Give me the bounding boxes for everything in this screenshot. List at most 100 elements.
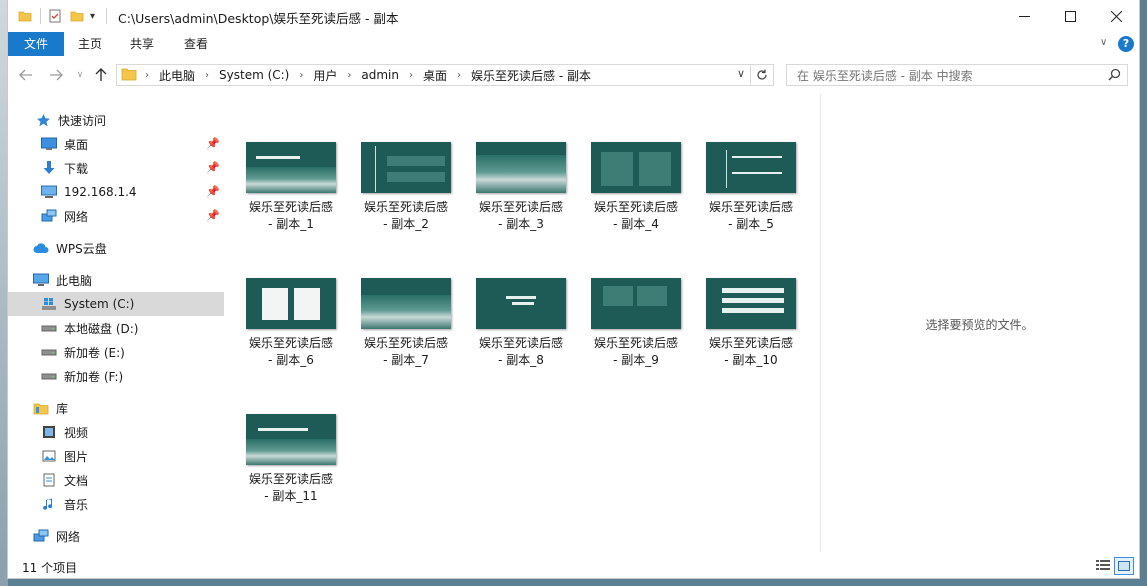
preview-pane-message: 选择要预览的文件。 [925,318,1034,332]
ribbon-expand-icon[interactable]: ∨ [1100,37,1107,48]
network-icon [40,207,58,225]
file-list: 娱乐至死读后感 - 副本_1 娱乐至死读后感 - 副本_2 娱乐至死读后感 - 副本_… [236,100,818,552]
file-item[interactable]: 娱乐至死读后感 - 副本_3 [466,142,576,233]
file-item[interactable]: 娱乐至死读后感 - 副本_1 [236,142,346,233]
large-icons-view-icon[interactable] [1114,557,1134,575]
folder-icon [18,6,32,26]
pin-icon[interactable]: 📌 [206,185,220,198]
tab-home[interactable]: 主页 [68,32,112,56]
properties-icon[interactable] [48,6,62,26]
sidebar-item-quick-access[interactable]: 快速访问 [8,108,224,132]
file-name: 娱乐至死读后感 - 副本_5 [708,200,793,231]
sidebar-item-label: 图片 [64,449,89,464]
sidebar-item-downloads[interactable]: 下载 📌 [8,156,224,180]
file-item[interactable]: 娱乐至死读后感 - 副本_7 [351,278,461,369]
sidebar-item-pictures[interactable]: 图片 [8,444,224,468]
sidebar-item-videos[interactable]: 视频 [8,420,224,444]
drive-icon [40,343,58,361]
refresh-icon[interactable] [750,65,773,85]
close-button[interactable] [1093,0,1139,32]
file-name: 娱乐至死读后感 - 副本_7 [363,336,448,367]
sidebar-item-label: WPS云盘 [56,241,107,256]
file-name: 娱乐至死读后感 - 副本_4 [593,200,678,231]
breadcrumb-users[interactable]: 用户 [313,67,337,84]
minimize-button[interactable] [1001,0,1047,32]
file-item[interactable]: 娱乐至死读后感 - 副本_8 [466,278,576,369]
sidebar-item-system-c[interactable]: System (C:) [8,292,224,316]
sidebar-item-drive-e[interactable]: 新加卷 (E:) [8,340,224,364]
pin-icon[interactable]: 📌 [206,161,220,174]
file-item[interactable]: 娱乐至死读后感 - 副本_9 [581,278,691,369]
breadcrumb-desktop[interactable]: 桌面 [423,67,447,84]
details-view-icon[interactable] [1094,557,1112,573]
sidebar-item-network[interactable]: 网络 [8,524,224,548]
cloud-icon [32,239,50,257]
tab-view[interactable]: 查看 [174,32,218,56]
sidebar-item-desktop[interactable]: 桌面 📌 [8,132,224,156]
sidebar-item-label: 新加卷 (F:) [64,369,124,384]
sidebar-item-label: 桌面 [64,137,89,152]
tab-file[interactable]: 文件 [8,32,64,56]
maximize-button[interactable] [1047,0,1093,32]
title-bar: ▾ C:\Users\admin\Desktop\娱乐至死读后感 - 副本 [8,0,1139,32]
search-icon[interactable] [1108,68,1121,84]
sidebar-item-label: 文档 [64,473,89,488]
file-name: 娱乐至死读后感 - 副本_8 [478,336,563,367]
breadcrumb-separator-icon: › [409,69,413,81]
ribbon-tabs: 文件 主页 共享 查看 ∨ ? [8,32,1139,56]
forward-arrow-icon[interactable] [46,65,66,85]
picture-icon [40,447,58,465]
help-icon[interactable]: ? [1118,36,1134,52]
download-icon [40,159,58,177]
breadcrumb-separator-icon: › [145,69,149,81]
sidebar-item-this-pc[interactable]: 此电脑 [8,268,224,292]
breadcrumb-this-pc[interactable]: 此电脑 [159,67,195,84]
sidebar-item-drive-d[interactable]: 本地磁盘 (D:) [8,316,224,340]
file-item[interactable]: 娱乐至死读后感 - 副本_10 [696,278,806,369]
file-item[interactable]: 娱乐至死读后感 - 副本_4 [581,142,691,233]
breadcrumb-separator-icon: › [205,69,210,81]
sidebar-item-label: 新加卷 (E:) [64,345,125,360]
up-arrow-icon[interactable] [91,65,111,85]
sidebar-item-network-pinned[interactable]: 网络 📌 [8,204,224,228]
file-name: 娱乐至死读后感 - 副本_11 [248,472,333,503]
new-folder-icon[interactable] [70,6,84,26]
file-item[interactable]: 娱乐至死读后感 - 副本_6 [236,278,346,369]
pin-icon[interactable]: 📌 [206,137,220,150]
file-thumbnail [246,278,336,329]
back-arrow-icon[interactable] [16,65,36,85]
quick-access-dropdown-icon[interactable]: ▾ [90,6,95,26]
sidebar-item-wps-cloud[interactable]: WPS云盘 [8,236,224,260]
breadcrumb-separator-icon: › [299,69,304,81]
file-thumbnail [476,278,566,329]
recent-locations-chevron-icon[interactable]: ∨ [70,65,90,85]
library-icon [32,399,50,417]
breadcrumb-system-c[interactable]: System (C:) [219,68,289,82]
file-thumbnail [706,278,796,329]
sidebar-item-documents[interactable]: 文档 [8,468,224,492]
search-box [786,64,1128,86]
sidebar-item-drive-f[interactable]: 新加卷 (F:) [8,364,224,388]
address-bar[interactable]: › 此电脑 › System (C:) › 用户 › admin › 桌面 › … [116,64,774,86]
sidebar-item-music[interactable]: 音乐 [8,492,224,516]
breadcrumb-admin[interactable]: admin [361,68,399,82]
pin-icon[interactable]: 📌 [206,209,220,222]
sidebar-item-network-host[interactable]: 192.168.1.4 📌 [8,180,224,204]
sidebar-item-label: 快速访问 [58,113,107,128]
file-item[interactable]: 娱乐至死读后感 - 副本_5 [696,142,806,233]
desktop-icon [40,135,58,153]
address-history-chevron-icon[interactable]: ∨ [737,67,745,80]
search-input[interactable] [795,67,1099,85]
breadcrumb-current-folder[interactable]: 娱乐至死读后感 - 副本 [471,67,591,84]
file-item[interactable]: 娱乐至死读后感 - 副本_11 [236,414,346,505]
monitor-icon [40,183,58,201]
file-name: 娱乐至死读后感 - 副本_10 [708,336,793,367]
sidebar-item-libraries[interactable]: 库 [8,396,224,420]
drive-icon [40,367,58,385]
file-name: 娱乐至死读后感 - 副本_3 [478,200,563,231]
file-item[interactable]: 娱乐至死读后感 - 副本_2 [351,142,461,233]
tab-share[interactable]: 共享 [120,32,164,56]
explorer-window: ▾ C:\Users\admin\Desktop\娱乐至死读后感 - 副本 文件… [8,0,1139,578]
windows-drive-icon [40,295,58,313]
file-thumbnail [246,142,336,193]
